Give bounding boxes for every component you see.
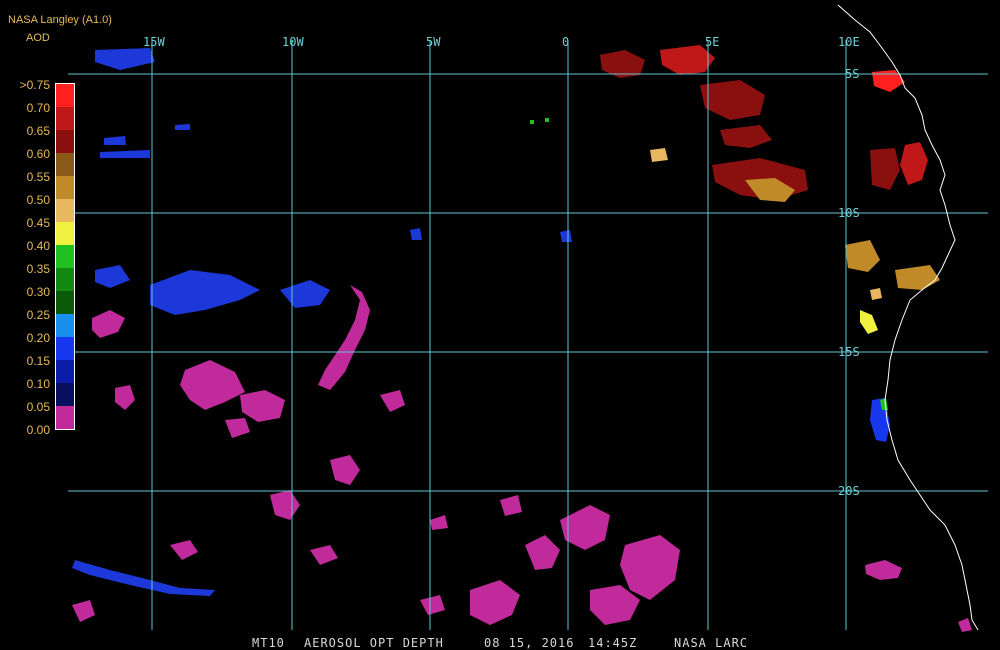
color-scale-swatch	[56, 130, 74, 153]
color-scale-label: 0.65	[26, 124, 50, 138]
aod-map: 15W 10W 5W 0 5E 10E 5S 10S 15S 20S	[55, 4, 988, 632]
color-scale-label: 0.25	[26, 308, 50, 322]
lon-label-10e: 10E	[838, 35, 860, 49]
footer-date: 08 15, 2016	[484, 636, 575, 650]
color-scale-swatch	[56, 337, 74, 360]
coastline	[837, 4, 979, 631]
color-scale-label: 0.60	[26, 147, 50, 161]
aod-low-plumes	[72, 285, 972, 632]
color-scale-swatch	[56, 406, 74, 429]
lat-label-20s: 20S	[838, 484, 860, 498]
color-scale-swatch	[56, 84, 74, 107]
lon-label-15w: 15W	[143, 35, 165, 49]
color-scale-bar	[55, 83, 75, 430]
graticule	[68, 40, 988, 630]
footer-parameter: AEROSOL OPT DEPTH	[304, 636, 444, 650]
color-scale-swatch	[56, 291, 74, 314]
color-scale-label: 0.70	[26, 101, 50, 115]
color-scale-swatch	[56, 222, 74, 245]
color-scale-label: 0.15	[26, 354, 50, 368]
color-scale-label: 0.00	[26, 423, 50, 437]
lon-label-0: 0	[562, 35, 569, 49]
lat-label-15s: 15S	[838, 345, 860, 359]
color-scale-label: 0.10	[26, 377, 50, 391]
color-scale-label: 0.30	[26, 285, 50, 299]
color-scale-swatch	[56, 383, 74, 406]
color-scale-swatch	[56, 153, 74, 176]
lon-label-5w: 5W	[426, 35, 441, 49]
lat-label-10s: 10S	[838, 206, 860, 220]
color-scale-swatch	[56, 176, 74, 199]
footer-product: MT10	[252, 636, 285, 650]
color-scale-swatch	[56, 314, 74, 337]
color-scale-swatch	[56, 199, 74, 222]
footer-time: 14:45Z	[588, 636, 638, 650]
color-scale-swatch	[56, 360, 74, 383]
aod-blue-plumes	[72, 48, 572, 596]
lon-label-10w: 10W	[282, 35, 304, 49]
footer-bar: MT10 AEROSOL OPT DEPTH 08 15, 2016 14:45…	[0, 632, 1000, 650]
lon-label-5e: 5E	[705, 35, 719, 49]
color-scale-label: 0.40	[26, 239, 50, 253]
color-scale-label: >0.75	[19, 78, 50, 92]
color-scale-swatch	[56, 245, 74, 268]
footer-agency: NASA LARC	[674, 636, 749, 650]
color-scale-label: 0.55	[26, 170, 50, 184]
color-scale-label: 0.50	[26, 193, 50, 207]
color-scale-label: 0.45	[26, 216, 50, 230]
color-scale-swatch	[56, 107, 74, 130]
color-scale-label: 0.05	[26, 400, 50, 414]
lat-label-5s: 5S	[845, 67, 859, 81]
aod-high-plumes	[530, 45, 940, 442]
color-scale-swatch	[56, 268, 74, 291]
color-scale-label: 0.35	[26, 262, 50, 276]
color-scale-label: 0.20	[26, 331, 50, 345]
